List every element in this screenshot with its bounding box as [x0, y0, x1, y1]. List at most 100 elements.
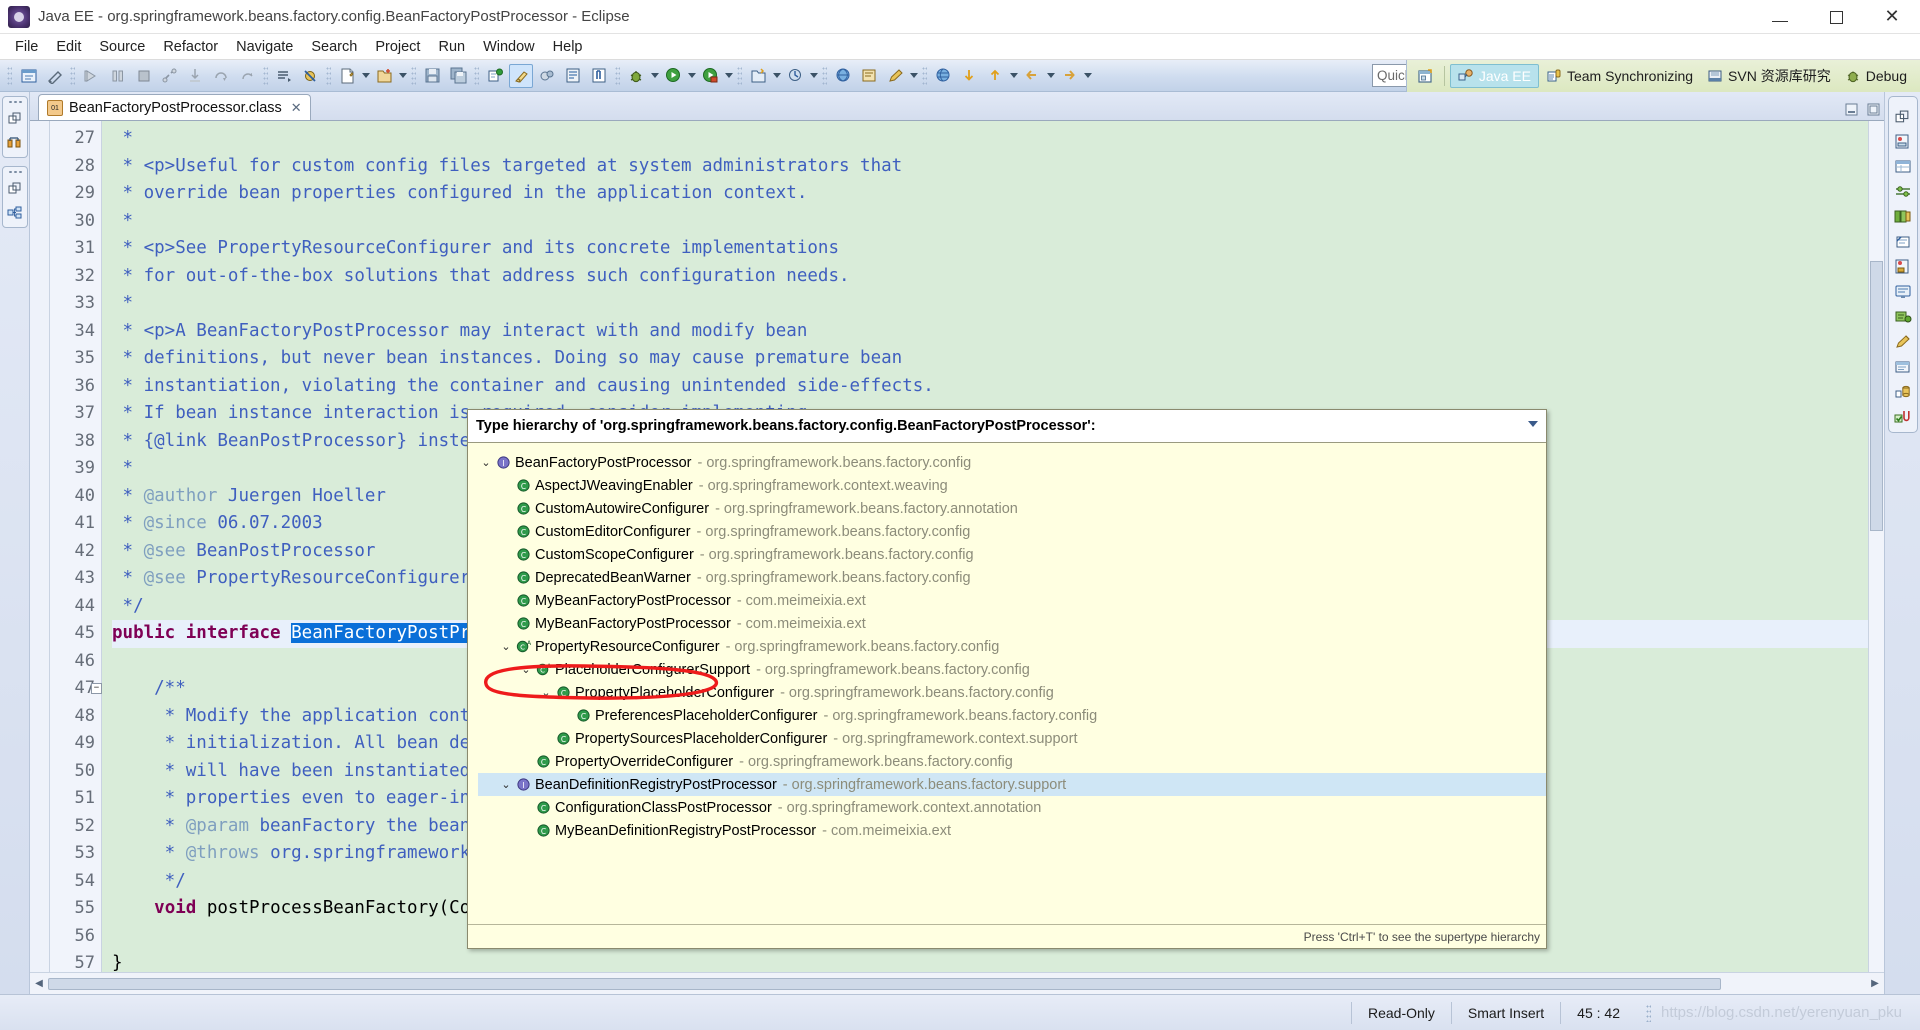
toolbar-grip[interactable] [263, 65, 268, 86]
palette-view-icon[interactable] [1894, 158, 1912, 176]
code-line[interactable]: * definitions, but never bean instances.… [112, 345, 1868, 373]
snippets-view-icon[interactable] [1894, 133, 1912, 151]
toolbar-save-button[interactable] [420, 64, 444, 88]
toolbar-open-task-repo-button[interactable] [857, 64, 881, 88]
toolbar-link-button[interactable] [535, 64, 559, 88]
fast-view-stack-servers[interactable] [1, 96, 28, 158]
servers-view-icon[interactable] [6, 134, 24, 152]
toolbar-run-button[interactable] [661, 64, 685, 88]
hierarchy-row[interactable]: C PropertySourcesPlaceholderConfigurer - o… [478, 727, 1546, 750]
code-line[interactable]: * <p>See PropertyResourceConfigurer and … [112, 235, 1868, 263]
properties-view-icon[interactable] [1894, 183, 1912, 201]
toolbar-dropdown-arrow[interactable] [1045, 64, 1056, 88]
hierarchy-row[interactable]: C CustomAutowireConfigurer - org.springfra… [478, 497, 1546, 520]
menu-help[interactable]: Help [544, 36, 592, 58]
chevron-down-icon[interactable]: ⌄ [498, 640, 514, 653]
right-view-stack[interactable] [1887, 96, 1918, 433]
toolbar-run-server-button[interactable] [698, 64, 722, 88]
toolbar-step-return-button[interactable] [235, 64, 259, 88]
hierarchy-row[interactable]: C DeprecatedBeanWarner - org.springframewo… [478, 566, 1546, 589]
hierarchy-row[interactable]: C ConfigurationClassPostProcessor - org.sp… [478, 796, 1546, 819]
maximize-button[interactable] [1808, 0, 1864, 34]
toolbar-new-java-file-button[interactable] [335, 64, 359, 88]
markers-view-icon[interactable] [1894, 358, 1912, 376]
menu-run[interactable]: Run [429, 36, 474, 58]
toolbar-grip[interactable] [70, 65, 75, 86]
database-icon[interactable] [1894, 383, 1912, 401]
h-scroll-thumb[interactable] [48, 977, 1721, 990]
restore-icon[interactable] [6, 180, 24, 198]
toolbar-debug-bug-button[interactable] [624, 64, 648, 88]
outline-view-icon[interactable] [6, 204, 24, 222]
toolbar-clean-button[interactable] [509, 63, 533, 88]
hierarchy-row[interactable]: ⌄ C A PlaceholderConfigurerSupport - org.spr… [478, 658, 1546, 681]
popup-menu-icon[interactable] [1528, 421, 1538, 427]
toolbar-dropdown-arrow[interactable] [649, 64, 660, 88]
code-line[interactable]: * for out-of-the-box solutions that addr… [112, 263, 1868, 291]
perspective-java-ee[interactable]: Java EE [1449, 64, 1539, 88]
toolbar-skip-breakpoints-button[interactable] [298, 64, 322, 88]
perspective-debug[interactable]: Debug [1838, 65, 1914, 87]
toolbar-grip[interactable] [737, 65, 742, 86]
code-line[interactable]: * <p>A BeanFactoryPostProcessor may inte… [112, 318, 1868, 346]
toolbar-grip[interactable] [474, 65, 479, 86]
toolbar-terminate-button[interactable] [131, 64, 155, 88]
type-hierarchy-popup[interactable]: Type hierarchy of 'org.springframework.b… [467, 409, 1547, 949]
toolbar-open-task-button[interactable] [561, 64, 585, 88]
toolbar-world-button[interactable] [931, 64, 955, 88]
toolbar-show-whitespace-button[interactable] [587, 64, 611, 88]
hierarchy-row[interactable]: C PreferencesPlaceholderConfigurer - org.s… [478, 704, 1546, 727]
menu-navigate[interactable]: Navigate [227, 36, 302, 58]
perspective-team-synchronizing[interactable]: Team Synchronizing [1539, 65, 1700, 87]
close-button[interactable]: ✕ [1864, 0, 1920, 34]
marker-column[interactable] [30, 121, 50, 972]
horizontal-scrollbar[interactable]: ◀ ▶ [30, 972, 1884, 994]
hierarchy-row[interactable]: C CustomEditorConfigurer - org.springframe… [478, 520, 1546, 543]
chevron-down-icon[interactable]: ⌄ [538, 686, 554, 699]
templates-view-icon[interactable] [1894, 233, 1912, 251]
fold-toggle-icon[interactable]: − [91, 683, 102, 694]
toolbar-step-into-button[interactable] [183, 64, 207, 88]
toolbar-back-button[interactable] [1020, 64, 1044, 88]
close-icon[interactable]: ✕ [291, 100, 302, 116]
minimize-icon[interactable] [1844, 102, 1858, 116]
toolbar-validate-button[interactable] [483, 64, 507, 88]
fast-view-stack-outline[interactable] [1, 166, 28, 228]
hierarchy-row[interactable]: C MyBeanFactoryPostProcessor - com.meimeix… [478, 612, 1546, 635]
hierarchy-row[interactable]: ⌄ I BeanFactoryPostProcessor - org.springfr… [478, 451, 1546, 474]
code-line[interactable]: * [112, 208, 1868, 236]
toolbar-quick-access-pen-button[interactable] [42, 64, 66, 88]
chevron-down-icon[interactable]: ⌄ [498, 778, 514, 791]
toolbar-dropdown-arrow[interactable] [397, 64, 408, 88]
toolbar-grip[interactable] [822, 65, 827, 86]
overview-ruler[interactable] [1868, 121, 1884, 972]
minimize-button[interactable] [1752, 0, 1808, 34]
toolbar-dropdown-arrow[interactable] [908, 64, 919, 88]
toolbar-prev-annotation-button[interactable] [983, 64, 1007, 88]
hierarchy-row[interactable]: C AspectJWeavingEnabler - org.springframew… [478, 474, 1546, 497]
hierarchy-row-selected[interactable]: ⌄ I BeanDefinitionRegistryPostProcessor - o… [478, 773, 1546, 796]
toolbar-disconnect-button[interactable] [157, 64, 181, 88]
restore-icon[interactable] [6, 110, 24, 128]
menu-edit[interactable]: Edit [47, 36, 90, 58]
hierarchy-row[interactable]: C PropertyOverrideConfigurer - org.springf… [478, 750, 1546, 773]
code-line[interactable]: * [112, 125, 1868, 153]
toolbar-search-globe-button[interactable] [831, 64, 855, 88]
console-view-icon[interactable] [1894, 283, 1912, 301]
maximize-icon[interactable] [1866, 102, 1880, 116]
toolbar-dropdown-arrow[interactable] [771, 64, 782, 88]
toolbar-dropdown-arrow[interactable] [686, 64, 697, 88]
toolbar-forward-button[interactable] [1057, 64, 1081, 88]
restore-icon[interactable] [1894, 108, 1912, 126]
toolbar-pause-button[interactable] [105, 64, 129, 88]
open-perspective-icon[interactable] [1413, 63, 1439, 89]
scroll-right-icon[interactable]: ▶ [1866, 975, 1884, 993]
hierarchy-row[interactable]: C CustomScopeConfigurer - org.springframew… [478, 543, 1546, 566]
code-line[interactable]: * [112, 290, 1868, 318]
menu-file[interactable]: File [6, 36, 47, 58]
toolbar-grip[interactable] [411, 65, 416, 86]
toolbar-new-ee-project-button[interactable] [746, 64, 770, 88]
code-line[interactable]: * override bean properties configured in… [112, 180, 1868, 208]
toolbar-grip[interactable] [922, 65, 927, 86]
data-source-explorer-icon[interactable] [1894, 208, 1912, 226]
